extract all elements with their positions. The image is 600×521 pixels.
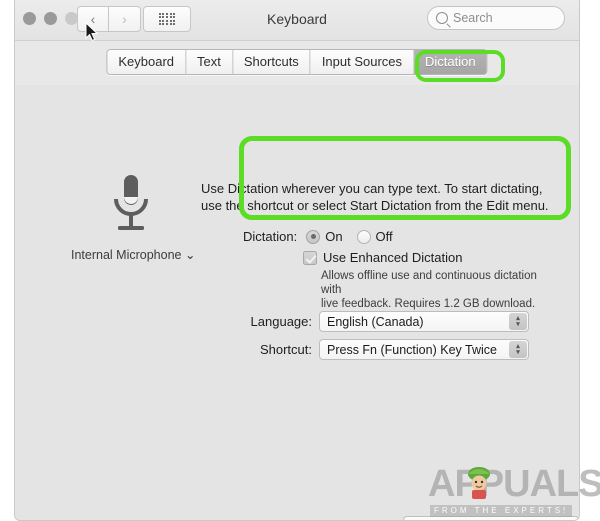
about-dictation-privacy-button[interactable]: About Dictation & Privac [403,516,579,520]
search-input[interactable]: Search [453,11,493,25]
stepper-down-icon: ▾ [516,348,520,356]
radio-off-indicator [356,229,371,244]
language-value: English (Canada) [327,314,424,329]
stepper-icon[interactable]: ▴ ▾ [509,313,527,330]
microphone-icon [114,175,148,230]
language-row: Language: English (Canada) ▴ ▾ [240,311,529,332]
shortcut-row: Shortcut: Press Fn (Function) Key Twice … [240,339,529,360]
shortcut-select[interactable]: Press Fn (Function) Key Twice ▴ ▾ [319,339,529,360]
enhanced-desc-line-2: live feedback. Requires 1.2 GB download. [321,298,536,310]
intro-line-1: Use Dictation wherever you can type text… [201,181,543,196]
enhanced-dictation-checkbox[interactable]: Use Enhanced Dictation [303,250,462,265]
dictation-radio-on[interactable]: On [306,229,343,244]
enhanced-desc-line-1: Allows offline use and continuous dictat… [321,270,537,296]
dictation-settings-group: Dictation: On Off Use Enhanced Dictation… [225,221,555,310]
chevron-down-icon: ⌄ [184,248,196,262]
tab-group: Keyboard Text Shortcuts Input Sources Di… [106,49,488,75]
radio-on-indicator [306,229,321,244]
tab-keyboard[interactable]: Keyboard [107,50,187,74]
dictation-intro-text: Use Dictation wherever you can type text… [201,180,571,214]
stepper-down-icon: ▾ [516,320,520,328]
enhanced-dictation-label: Use Enhanced Dictation [323,250,463,265]
tab-input-sources[interactable]: Input Sources [310,50,415,74]
shortcut-value: Press Fn (Function) Key Twice [327,342,497,357]
mouse-cursor [85,22,99,42]
dictation-radio-on-label: On [325,229,343,244]
microphone-block: Internal Microphone ⌄ [71,173,195,262]
intro-line-2: use the shortcut or select Start Dictati… [201,198,549,213]
search-field[interactable]: Search [427,6,565,30]
enhanced-dictation-description: Allows offline use and continuous dictat… [321,269,557,311]
dictation-radio-off[interactable]: Off [356,229,393,244]
checkmark-icon [303,250,317,265]
language-select[interactable]: English (Canada) ▴ ▾ [319,311,529,332]
shortcut-label: Shortcut: [259,342,312,357]
search-icon [436,12,448,24]
tab-text[interactable]: Text [186,50,233,74]
microphone-label: Internal Microphone [71,248,182,262]
keyboard-preferences-window: ‹ › Keyboard Search Keyboard Text Shortc… [14,0,580,521]
dictation-toggle-row: Dictation: On Off [243,229,407,244]
tab-dictation[interactable]: Dictation [414,50,487,74]
preference-tabbar: Keyboard Text Shortcuts Input Sources Di… [15,41,579,85]
language-label: Language: [250,314,312,329]
window-titlebar: ‹ › Keyboard Search [15,0,579,42]
microphone-selector[interactable]: Internal Microphone ⌄ [71,247,195,262]
dictation-label: Dictation: [243,229,298,244]
dictation-radio-off-label: Off [375,229,393,244]
stepper-icon[interactable]: ▴ ▾ [509,341,527,358]
dictation-pane: Internal Microphone ⌄ Use Dictation wher… [15,85,579,520]
tab-shortcuts[interactable]: Shortcuts [232,50,311,74]
